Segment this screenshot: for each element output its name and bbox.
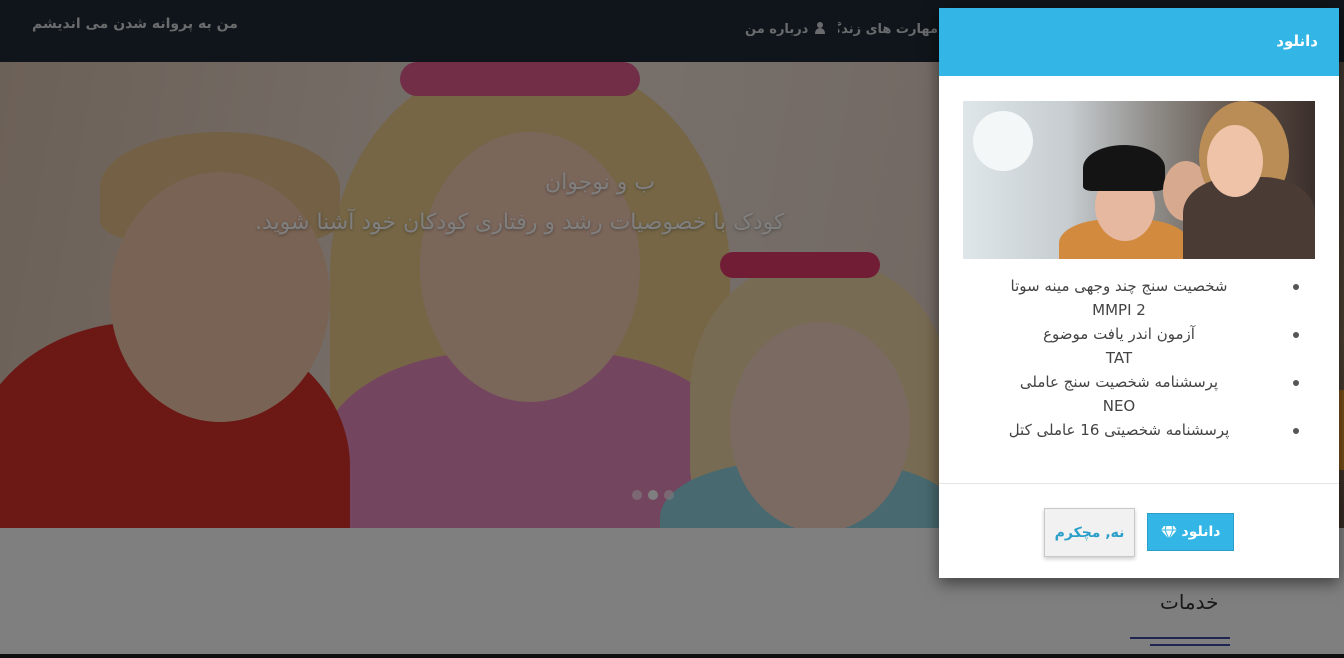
- list-item-code: NEO: [1102, 397, 1136, 415]
- test-list: شخصیت سنج چند وجهی مینه سوتا MMPI 2 آزمو…: [963, 274, 1315, 442]
- list-item-text: پرسشنامه شخصیت سنج عاملی: [1019, 373, 1219, 391]
- download-button[interactable]: دانلود: [1147, 513, 1234, 551]
- list-item: آزمون اندر یافت موضوع TAT: [963, 322, 1315, 370]
- modal-header: دانلود: [939, 8, 1339, 76]
- modal-photo: [963, 101, 1315, 259]
- list-item: پرسشنامه شخصیتی 16 عاملی کتل: [963, 418, 1315, 442]
- list-item-text: پرسشنامه شخصیتی 16 عاملی کتل: [1008, 421, 1230, 439]
- download-button-label: دانلود: [1181, 524, 1221, 540]
- no-thanks-button[interactable]: نه, مچکرم: [1044, 508, 1135, 557]
- list-item-text: آزمون اندر یافت موضوع: [1043, 325, 1195, 343]
- list-item-code: TAT: [1105, 349, 1133, 367]
- photo-hat: [1083, 145, 1165, 191]
- download-modal: دانلود شخصیت سنج چند وجهی مینه سوتا MMPI…: [939, 8, 1339, 578]
- list-item: پرسشنامه شخصیت سنج عاملی NEO: [963, 370, 1315, 418]
- diamond-icon: [1160, 525, 1177, 539]
- list-item: شخصیت سنج چند وجهی مینه سوتا MMPI 2: [963, 274, 1315, 322]
- list-item-code: MMPI 2: [1092, 301, 1146, 319]
- list-item-text: شخصیت سنج چند وجهی مینه سوتا: [1010, 277, 1228, 295]
- photo-light: [973, 111, 1033, 171]
- photo-person: [1207, 125, 1263, 197]
- modal-title: دانلود: [1276, 32, 1318, 50]
- modal-footer: دانلود نه, مچکرم: [939, 483, 1339, 578]
